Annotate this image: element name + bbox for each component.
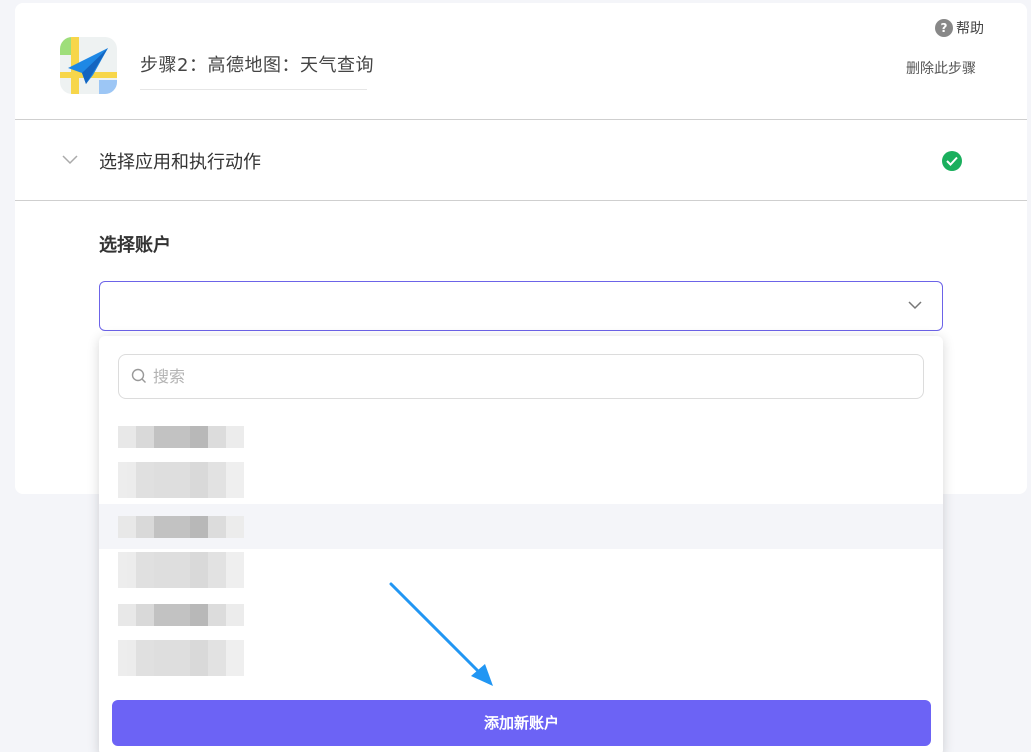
- chevron-down-icon: [62, 155, 78, 165]
- list-item[interactable]: [118, 462, 248, 498]
- list-item[interactable]: [118, 552, 248, 588]
- search-input[interactable]: [153, 355, 913, 398]
- account-dropdown: 添加新账户: [99, 336, 943, 752]
- section-label: 选择应用和执行动作: [99, 152, 261, 173]
- list-item[interactable]: [118, 426, 248, 448]
- search-icon: [131, 368, 146, 383]
- amap-icon: [60, 37, 117, 94]
- delete-step-button[interactable]: 删除此步骤: [906, 58, 976, 78]
- add-new-account-button[interactable]: 添加新账户: [112, 700, 931, 746]
- help-icon: ?: [935, 19, 953, 37]
- help-label: 帮助: [956, 21, 984, 37]
- help-link[interactable]: ? 帮助: [935, 18, 984, 38]
- divider: [15, 200, 1027, 201]
- list-item[interactable]: [118, 516, 248, 538]
- account-select[interactable]: [99, 281, 943, 331]
- title-underline: [140, 89, 367, 90]
- account-label: 选择账户: [99, 235, 171, 256]
- chevron-down-icon: [908, 301, 922, 310]
- list-item[interactable]: [118, 640, 248, 676]
- list-item[interactable]: [118, 604, 248, 626]
- check-circle-icon: [942, 151, 962, 171]
- step-title: 步骤2：高德地图：天气查询: [140, 55, 374, 76]
- search-field[interactable]: [118, 354, 924, 399]
- section-select-app-action[interactable]: 选择应用和执行动作: [15, 120, 1027, 200]
